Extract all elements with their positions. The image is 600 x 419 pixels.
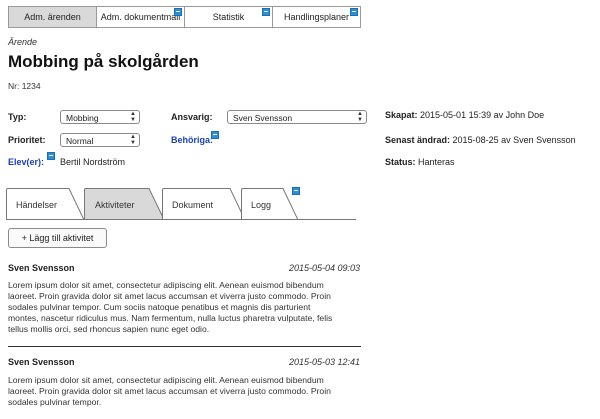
content-tabs: Händelser Aktiviteter Dokument Logg — [6, 188, 299, 220]
prioritet-label: Prioritet: — [8, 135, 46, 145]
elever-link[interactable]: Elev(er): — [8, 157, 44, 167]
entry-author: Sven Svensson — [8, 357, 75, 367]
nav-tab-adm-dokumentmall[interactable]: Adm. dokumentmall — [96, 6, 184, 28]
nav-tab-label: Statistik — [212, 12, 245, 22]
tab-label: Händelser — [16, 200, 58, 210]
ansvarig-select[interactable]: Sven Svensson ▲ ▼ — [227, 110, 367, 124]
entry-line: montes, nascetur ridiculus mus. Nam ferm… — [8, 313, 333, 323]
behoriga-link[interactable]: Behöriga: — [171, 135, 213, 145]
tab-label: Aktiviteter — [95, 200, 135, 210]
nav-tab-label: Adm. ärenden — [24, 12, 81, 22]
comment-icon[interactable] — [262, 8, 270, 16]
comment-icon[interactable] — [211, 131, 219, 139]
tab-label: Dokument — [172, 200, 214, 210]
tabs-divider — [6, 219, 356, 220]
status-value: Hanteras — [418, 157, 455, 167]
senast-andrad-row: Senast ändrad: 2015-08-25 av Sven Svenss… — [385, 135, 576, 145]
comment-icon[interactable] — [292, 187, 300, 195]
nav-tab-handlingsplaner[interactable]: Handlingsplaner — [272, 6, 361, 28]
add-activity-button[interactable]: + Lägg till aktivitet — [8, 228, 107, 248]
ansvarig-label: Ansvarig: — [171, 112, 213, 122]
entry-line: sodales pulvinar tempor. Cum sociis nato… — [8, 302, 311, 312]
skapat-row: Skapat: 2015-05-01 15:39 av John Doe — [385, 110, 544, 120]
skapat-label: Skapat: — [385, 110, 418, 120]
typ-label: Typ: — [8, 112, 27, 122]
prioritet-select[interactable]: Normal ▲ ▼ — [60, 133, 140, 147]
page-title: Mobbing på skolgården — [8, 52, 199, 71]
typ-value: Mobbing — [66, 113, 99, 123]
status-label: Status: — [385, 157, 416, 167]
comment-icon[interactable] — [174, 8, 182, 16]
entry-separator — [8, 346, 361, 347]
entry-line: Lorem ipsum dolor sit amet, consectetur … — [8, 375, 324, 385]
elever-value: Bertil Nordström — [60, 157, 126, 167]
entry-author: Sven Svensson — [8, 263, 75, 273]
breadcrumb: Ärende — [8, 37, 38, 47]
nav-tab-statistik[interactable]: Statistik — [184, 6, 272, 28]
status-row: Status: Hanteras — [385, 157, 455, 167]
entry-time: 2015-05-03 12:41 — [288, 357, 360, 367]
case-number: Nr: 1234 — [8, 81, 41, 91]
entry-line: laoreet. Proin gravida dolor sit amet la… — [8, 291, 331, 301]
ansvarig-value: Sven Svensson — [233, 113, 293, 123]
top-navigation: Adm. ärenden Adm. dokumentmall Statistik… — [8, 6, 361, 28]
skapat-value: 2015-05-01 15:39 av John Doe — [420, 110, 545, 120]
typ-select[interactable]: Mobbing ▲ ▼ — [60, 110, 140, 124]
senast-andrad-label: Senast ändrad: — [385, 135, 451, 145]
tab-label: Logg — [251, 200, 272, 210]
entry-line: laoreet. Proin gravida dolor sit amet la… — [8, 386, 331, 396]
select-arrows-icon: ▲ ▼ — [130, 111, 136, 123]
entry-line: sodales pulvinar tempor. — [8, 397, 102, 407]
senast-andrad-value: 2015-08-25 av Sven Svensson — [452, 135, 576, 145]
entry-text: Lorem ipsum dolor sit amet, consectetur … — [8, 280, 364, 335]
select-arrows-icon: ▲ ▼ — [130, 134, 136, 146]
entry-time: 2015-05-04 09:03 — [288, 263, 360, 273]
prioritet-value: Normal — [66, 136, 94, 146]
comment-icon[interactable] — [47, 152, 55, 160]
entry-line: Lorem ipsum dolor sit amet, consectetur … — [8, 280, 324, 290]
nav-tab-label: Adm. dokumentmall — [100, 12, 181, 22]
nav-tab-adm-arenden[interactable]: Adm. ärenden — [8, 6, 96, 28]
nav-tab-label: Handlingsplaner — [283, 12, 350, 22]
entry-line: tellus mollis orci, sed rhoncus sapien n… — [8, 324, 210, 334]
comment-icon[interactable] — [350, 8, 358, 16]
entry-text: Lorem ipsum dolor sit amet, consectetur … — [8, 375, 364, 408]
select-arrows-icon: ▲ ▼ — [357, 111, 363, 123]
